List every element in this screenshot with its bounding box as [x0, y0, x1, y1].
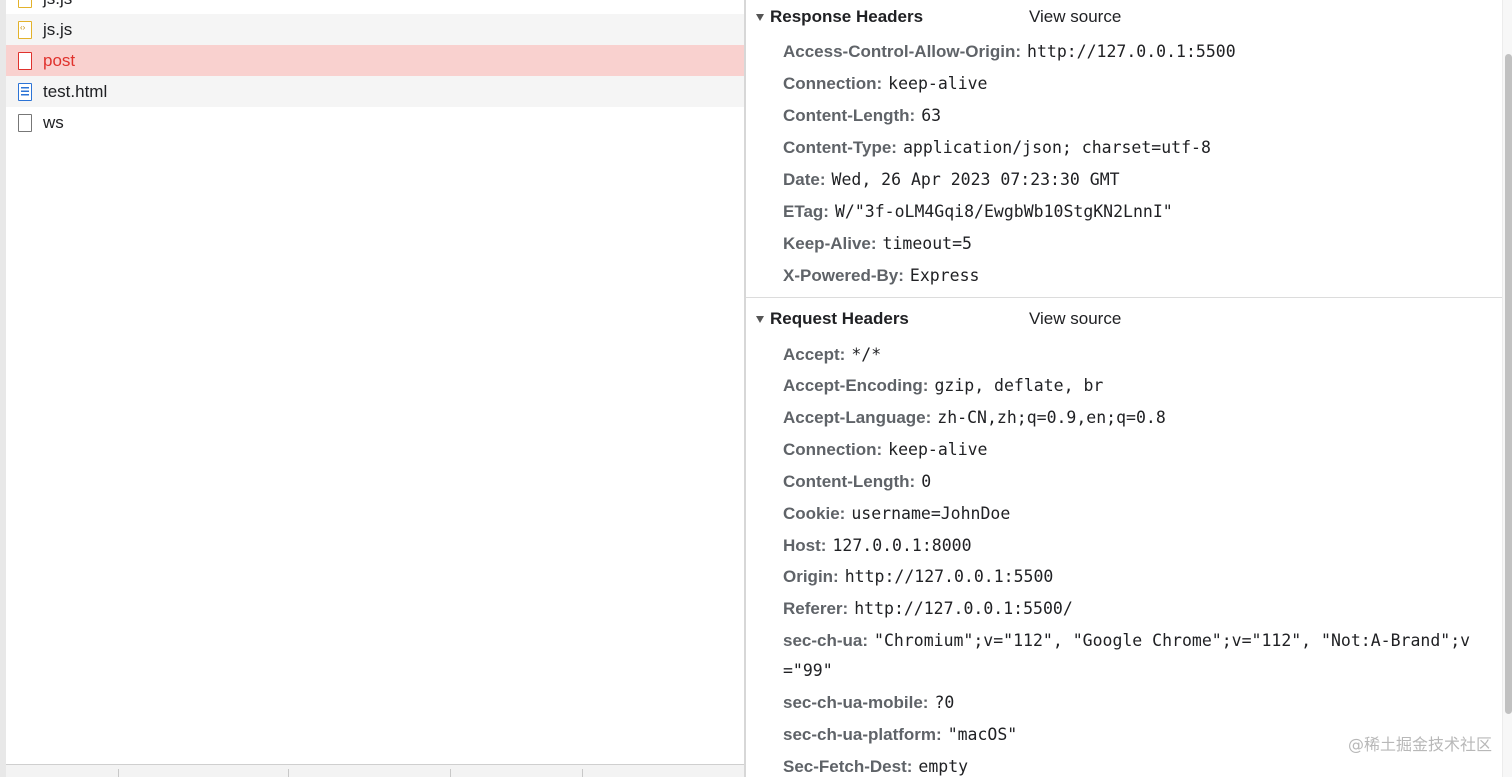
header-name: Sec-Fetch-Dest:: [783, 757, 913, 776]
header-value: username=JohnDoe: [851, 504, 1011, 523]
header-row: Access-Control-Allow-Origin: http://127.0…: [783, 37, 1493, 67]
header-name: sec-ch-ua:: [783, 631, 869, 650]
header-row: Accept-Encoding: gzip, deflate, br: [783, 371, 1493, 401]
header-value: keep-alive: [888, 440, 988, 459]
header-row: Connection: keep-alive: [783, 435, 1493, 465]
header-row: Referer: http://127.0.0.1:5500/: [783, 594, 1493, 624]
section-title: Response Headers: [770, 7, 924, 26]
scroll-thumb[interactable]: [1505, 54, 1512, 714]
header-value: Wed, 26 Apr 2023 07:23:30 GMT: [831, 170, 1120, 189]
header-row: sec-ch-ua: "Chromium";v="112", "Google Ch…: [783, 626, 1493, 686]
header-value: http://127.0.0.1:5500: [1027, 42, 1236, 61]
request-name: js.js: [43, 0, 72, 9]
header-value: zh-CN,zh;q=0.9,en;q=0.8: [937, 408, 1166, 427]
request-row-test-html[interactable]: test.html: [6, 76, 746, 107]
status-divider: [450, 769, 451, 777]
header-name: Accept-Language:: [783, 408, 932, 427]
expand-triangle-icon: [756, 315, 764, 323]
header-row: Content-Length: 63: [783, 101, 1493, 131]
header-name: Keep-Alive:: [783, 234, 877, 253]
vertical-scrollbar[interactable]: [1502, 0, 1512, 777]
blank-file-icon: [18, 113, 32, 132]
header-name: X-Powered-By:: [783, 266, 904, 285]
header-value: 63: [921, 106, 942, 125]
header-name: Accept:: [783, 345, 846, 364]
header-row: Cookie: username=JohnDoe: [783, 499, 1493, 529]
header-value: http://127.0.0.1:5500: [844, 567, 1054, 586]
header-row: X-Powered-By: Express: [783, 261, 1493, 291]
view-source-link[interactable]: View source: [1029, 309, 1121, 329]
header-value: */*: [851, 345, 882, 364]
header-name: Content-Type:: [783, 138, 897, 157]
view-source-link[interactable]: View source: [1029, 7, 1121, 27]
request-row-js-2[interactable]: js.js: [6, 14, 746, 45]
devtools-network-panel: js.js js.js post test.html ws: [0, 0, 1512, 777]
header-name: Host:: [783, 536, 827, 555]
header-value: keep-alive: [888, 74, 988, 93]
expand-triangle-icon: [756, 13, 764, 21]
header-row: Keep-Alive: timeout=5: [783, 229, 1493, 259]
request-name: post: [43, 50, 76, 70]
header-value: gzip, deflate, br: [934, 376, 1104, 395]
status-divider: [118, 769, 119, 777]
header-row: Content-Length: 0: [783, 467, 1493, 497]
script-file-icon: [18, 20, 32, 39]
section-divider: [746, 297, 1502, 298]
headers-pane: Response Headers View source Access-Cont…: [746, 0, 1502, 777]
section-title: Request Headers: [770, 309, 909, 328]
status-divider: [288, 769, 289, 777]
request-name: ws: [43, 112, 64, 132]
request-row-js-1[interactable]: js.js: [6, 0, 746, 14]
header-name: sec-ch-ua-mobile:: [783, 693, 929, 712]
header-value: empty: [918, 757, 969, 776]
watermark: @稀土掘金技术社区: [1347, 735, 1492, 754]
header-row: Accept: */*: [783, 340, 1493, 370]
header-row: Accept-Language: zh-CN,zh;q=0.9,en;q=0.8: [783, 403, 1493, 433]
header-name: Access-Control-Allow-Origin:: [783, 42, 1022, 61]
header-value: ?0: [934, 693, 955, 712]
header-row: Content-Type: application/json; charset=u…: [783, 133, 1493, 163]
header-row: ETag: W/"3f-oLM4Gqi8/EwgbWb10StgKN2LnnI": [783, 197, 1493, 227]
header-value: 0: [921, 472, 932, 491]
failed-request-icon: [18, 51, 32, 70]
request-name: test.html: [43, 81, 108, 101]
document-file-icon: [18, 82, 32, 101]
header-value: http://127.0.0.1:5500/: [854, 599, 1073, 618]
header-name: Date:: [783, 170, 826, 189]
header-row: Sec-Fetch-Dest: empty: [783, 752, 1493, 777]
request-name: js.js: [43, 19, 73, 39]
request-row-ws[interactable]: ws: [6, 107, 746, 138]
header-value: timeout=5: [882, 234, 972, 253]
header-name: Origin:: [783, 567, 839, 586]
request-list: js.js js.js post test.html ws: [6, 0, 746, 138]
header-row: Connection: keep-alive: [783, 69, 1493, 99]
header-name: sec-ch-ua-platform:: [783, 725, 942, 744]
header-value: "Chromium";v="112", "Google Chrome";v="1…: [783, 631, 1471, 680]
header-name: Content-Length:: [783, 106, 916, 125]
script-file-icon: [18, 0, 32, 8]
status-bar: [6, 764, 746, 777]
header-name: Connection:: [783, 74, 883, 93]
header-name: ETag:: [783, 202, 829, 221]
request-headers-toggle[interactable]: Request Headers View source: [746, 307, 1502, 331]
header-row: Date: Wed, 26 Apr 2023 07:23:30 GMT: [783, 165, 1493, 195]
response-headers-toggle[interactable]: Response Headers View source: [746, 5, 1502, 29]
header-name: Cookie:: [783, 504, 846, 523]
request-row-post[interactable]: post: [6, 45, 746, 76]
header-name: Accept-Encoding:: [783, 376, 929, 395]
header-value: 127.0.0.1:8000: [832, 536, 972, 555]
status-divider: [582, 769, 583, 777]
header-value: "macOS": [947, 725, 1018, 744]
header-value: application/json; charset=utf-8: [902, 138, 1211, 157]
header-row: Host: 127.0.0.1:8000: [783, 531, 1493, 561]
header-name: Referer:: [783, 599, 849, 618]
header-row: Origin: http://127.0.0.1:5500: [783, 562, 1493, 592]
header-row: sec-ch-ua-mobile: ?0: [783, 688, 1493, 718]
header-name: Connection:: [783, 440, 883, 459]
header-value: W/"3f-oLM4Gqi8/EwgbWb10StgKN2LnnI": [834, 202, 1173, 221]
header-value: Express: [909, 266, 980, 285]
header-name: Content-Length:: [783, 472, 916, 491]
request-list-pane: js.js js.js post test.html ws: [0, 0, 746, 777]
